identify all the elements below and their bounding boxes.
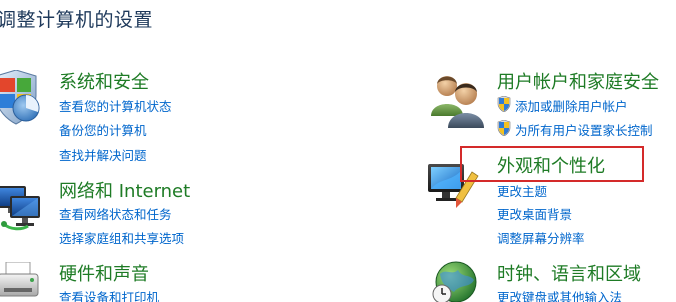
change-desktop-background-link[interactable]: 更改桌面背景 (497, 204, 572, 223)
change-keyboard-input-link[interactable]: 更改键盘或其他输入法 (497, 287, 622, 302)
clock-language-region-icon[interactable] (432, 258, 482, 302)
adjust-screen-resolution-link[interactable]: 调整屏幕分辨率 (497, 228, 585, 247)
hardware-sound-icon[interactable] (0, 261, 44, 302)
control-panel-window: 调整计算机的设置 系统和安全 查看您的计算机状态 备份您的计算机 查找并解决问题… (0, 0, 676, 302)
network-internet-title[interactable]: 网络和 Internet (59, 177, 190, 203)
appearance-personalization-icon[interactable] (426, 162, 480, 212)
add-remove-user-link[interactable]: 添加或删除用户帐户 (515, 96, 628, 115)
view-network-status-link[interactable]: 查看网络状态和任务 (59, 204, 172, 223)
uac-shield-icon (497, 119, 511, 137)
clock-language-region-title[interactable]: 时钟、语言和区域 (497, 260, 641, 286)
network-internet-icon[interactable] (0, 180, 42, 231)
system-security-icon[interactable] (0, 69, 40, 125)
uac-shield-icon (497, 95, 511, 113)
system-security-title[interactable]: 系统和安全 (59, 68, 149, 94)
user-accounts-icon[interactable] (430, 72, 486, 128)
change-theme-link[interactable]: 更改主题 (497, 181, 547, 200)
hardware-sound-title[interactable]: 硬件和声音 (59, 260, 149, 286)
appearance-personalization-title[interactable]: 外观和个性化 (497, 152, 605, 178)
page-title: 调整计算机的设置 (0, 9, 154, 31)
homegroup-sharing-link[interactable]: 选择家庭组和共享选项 (59, 228, 184, 247)
user-accounts-title[interactable]: 用户帐户和家庭安全 (497, 68, 659, 94)
view-computer-status-link[interactable]: 查看您的计算机状态 (59, 96, 172, 115)
parental-controls-link[interactable]: 为所有用户设置家长控制 (515, 120, 653, 139)
view-devices-printers-link[interactable]: 查看设备和打印机 (59, 287, 159, 302)
find-fix-problems-link[interactable]: 查找并解决问题 (59, 145, 147, 164)
backup-computer-link[interactable]: 备份您的计算机 (59, 120, 147, 139)
